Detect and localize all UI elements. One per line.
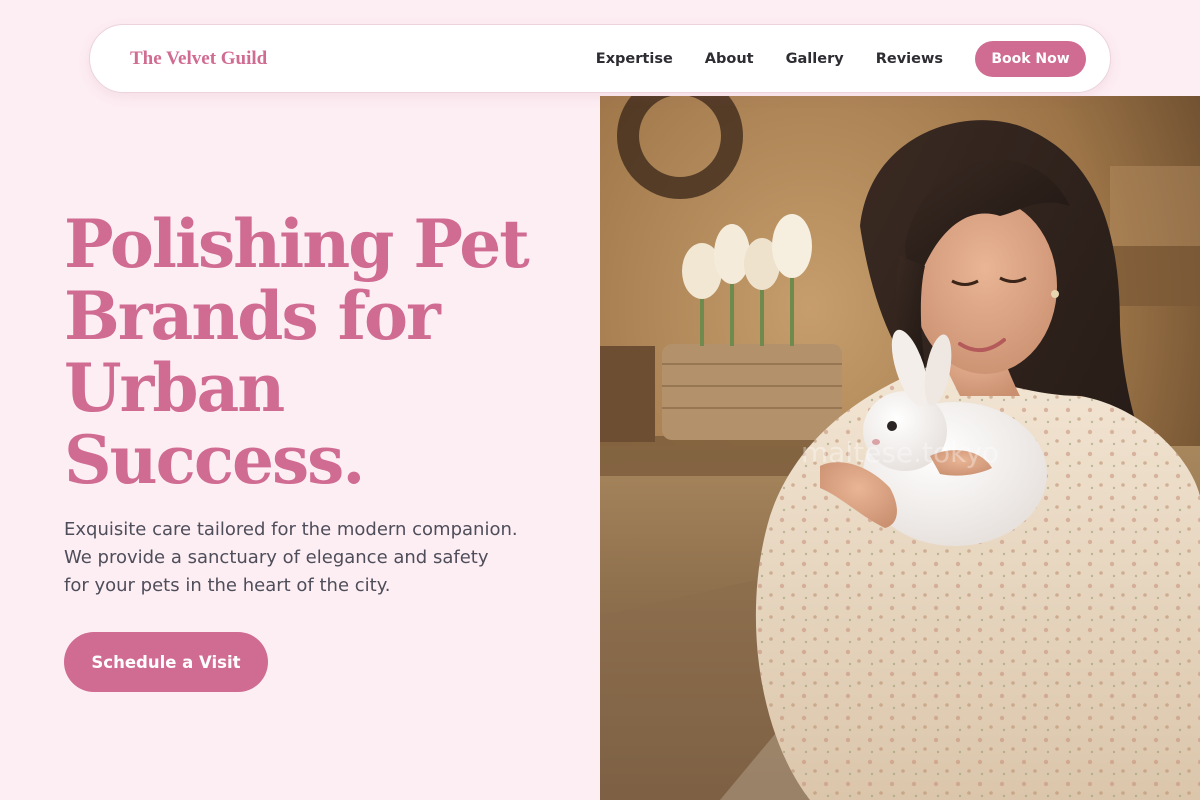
top-navigation: The Velvet Guild Expertise About Gallery…: [89, 24, 1111, 93]
hero-title-line: Urban: [64, 349, 285, 427]
hero-title: Polishing Pet Brands for Urban Success.: [64, 208, 584, 496]
hero-title-line: Polishing Pet: [64, 205, 530, 283]
nav-link-expertise[interactable]: Expertise: [596, 51, 673, 67]
nav-link-gallery[interactable]: Gallery: [786, 51, 844, 67]
nav-link-about[interactable]: About: [705, 51, 754, 67]
book-now-button[interactable]: Book Now: [975, 40, 1086, 77]
hero-description-line: We provide a sanctuary of elegance and s…: [64, 547, 489, 568]
image-watermark: maltese.tokyo: [801, 436, 999, 469]
woman-holding-rabbit-illustration: maltese.tokyo: [600, 96, 1200, 800]
hero-section: Polishing Pet Brands for Urban Success. …: [0, 96, 600, 800]
hero-title-line: Brands for: [64, 277, 441, 355]
brand-logo[interactable]: The Velvet Guild: [130, 48, 267, 70]
nav-links: Expertise About Gallery Reviews Book Now: [596, 40, 1086, 77]
hero-title-line: Success.: [64, 421, 365, 499]
schedule-visit-button[interactable]: Schedule a Visit: [64, 632, 268, 692]
hero-photo: maltese.tokyo: [600, 96, 1200, 800]
nav-link-reviews[interactable]: Reviews: [876, 51, 943, 67]
hero-description: Exquisite care tailored for the modern c…: [64, 516, 554, 600]
hero-description-line: Exquisite care tailored for the modern c…: [64, 519, 518, 540]
hero-description-line: for your pets in the heart of the city.: [64, 575, 391, 596]
